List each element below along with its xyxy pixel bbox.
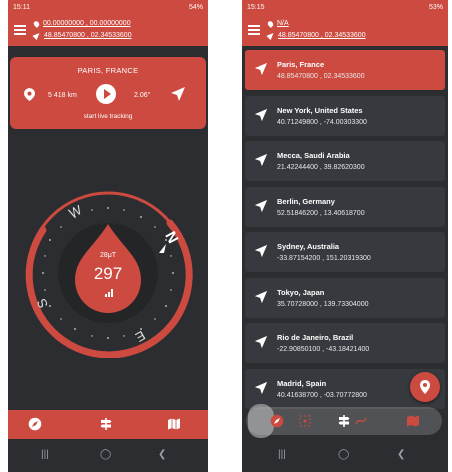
location-coords: 40.71249800 , -74.00303300 bbox=[277, 118, 367, 126]
magnetic-field: 28μT bbox=[99, 252, 117, 259]
signpost-icon[interactable] bbox=[99, 417, 113, 431]
target-distance: 5 418 km bbox=[48, 92, 77, 99]
map-icon[interactable] bbox=[406, 414, 420, 428]
location-coords: 48.85470800 , 02.34533600 bbox=[277, 73, 365, 80]
navigation-icon bbox=[266, 30, 276, 41]
menu-icon[interactable] bbox=[248, 25, 260, 35]
navigation-arrow-icon bbox=[254, 108, 268, 121]
location-name: Madrid, Spain bbox=[277, 378, 327, 388]
location-coords: -33.87154200 , 151.20319300 bbox=[277, 255, 371, 262]
locations-screen: 15:15 53% N/A 48.85470800 , 02.34533600 … bbox=[242, 0, 448, 472]
play-button[interactable] bbox=[96, 84, 116, 104]
current-coords-row: N/A bbox=[266, 19, 289, 28]
home-button[interactable]: ◯ bbox=[100, 449, 111, 460]
back-button[interactable]: ❮ bbox=[397, 449, 405, 460]
compass-screen: 15:11 54% 00.00000000 , 00.00000000 48.8… bbox=[8, 0, 208, 472]
location-name: Berlin, Germany bbox=[277, 196, 335, 206]
location-name: Sydney, Australia bbox=[277, 242, 340, 251]
route-icon[interactable] bbox=[354, 414, 368, 428]
menu-icon[interactable] bbox=[14, 25, 26, 35]
crosshair-icon[interactable] bbox=[298, 414, 312, 428]
location-card[interactable]: Tokyo, Japan 35.70728000 , 139.73304000 bbox=[245, 277, 445, 318]
location-name: Tokyo, Japan bbox=[277, 287, 325, 297]
location-card[interactable]: Paris, France 48.85470800 , 02.34533600 bbox=[245, 50, 445, 90]
compass-icon[interactable] bbox=[28, 417, 42, 431]
start-tracking-link[interactable]: start live tracking bbox=[10, 113, 206, 120]
location-pin-icon bbox=[420, 380, 430, 394]
location-coords: 52.51846200 , 13.40618700 bbox=[277, 209, 365, 217]
location-name: Paris, France bbox=[277, 60, 325, 69]
system-nav-bar: ||| ◯ ❮ bbox=[8, 439, 208, 472]
accuracy-signal-icon bbox=[105, 289, 113, 297]
status-bar: 15:11 54% bbox=[8, 0, 208, 14]
navigation-arrow-icon bbox=[254, 244, 268, 258]
target-coords-row: 48.85470800 , 02.34533600 bbox=[266, 30, 366, 41]
target-coords-row: 48.85470800 , 02.34533600 bbox=[32, 30, 132, 41]
navigation-icon bbox=[32, 30, 42, 41]
compass-icon[interactable] bbox=[270, 414, 284, 428]
target-bearing: 2.06° bbox=[134, 92, 151, 99]
location-coords: 21.42244400 , 39.82620300 bbox=[277, 164, 365, 171]
system-nav-bar: ||| ◯ ❮ bbox=[242, 439, 448, 472]
target-coords[interactable]: 48.85470800 , 02.34533600 bbox=[44, 32, 132, 39]
current-coords[interactable]: 00.00000000 , 00.00000000 bbox=[43, 20, 131, 27]
location-pin-icon bbox=[24, 88, 35, 101]
bottom-navigation bbox=[8, 410, 208, 439]
location-card[interactable]: Mecca, Saudi Arabia 21.42244400 , 39.8262… bbox=[245, 141, 445, 181]
status-battery: 53% bbox=[428, 3, 443, 11]
target-coords[interactable]: 48.85470800 , 02.34533600 bbox=[278, 32, 366, 39]
navigation-arrow-icon bbox=[254, 290, 268, 303]
location-coords: 40.41638700 , -03.70772800 bbox=[277, 391, 367, 399]
current-coords[interactable]: N/A bbox=[277, 20, 289, 27]
compass-dial: N E S W 28μT 297 bbox=[23, 188, 193, 358]
location-name: New York, United States bbox=[277, 105, 363, 115]
status-time: 15:15 bbox=[247, 3, 265, 11]
status-bar: 15:15 53% bbox=[242, 0, 448, 14]
home-button[interactable]: ◯ bbox=[338, 449, 349, 460]
location-coords: 35.70728000 , 139.73304000 bbox=[277, 300, 369, 308]
app-bar: 00.00000000 , 00.00000000 48.85470800 , … bbox=[8, 14, 208, 46]
location-card[interactable]: Sydney, Australia -33.87154200 , 151.2031… bbox=[245, 232, 445, 272]
navigation-arrow-icon bbox=[254, 381, 268, 394]
add-location-button[interactable] bbox=[410, 372, 440, 402]
app-bar: N/A 48.85470800 , 02.34533600 bbox=[242, 14, 448, 46]
location-card[interactable]: Rio de Janeiro, Brazil -22.90850100 , -43… bbox=[245, 323, 445, 363]
target-card: PARIS, FRANCE 5 418 km 2.06° start live … bbox=[10, 57, 206, 129]
map-icon[interactable] bbox=[167, 417, 181, 431]
location-card[interactable]: Berlin, Germany 52.51846200 , 13.40618700 bbox=[245, 186, 445, 227]
recents-button[interactable]: ||| bbox=[41, 449, 49, 460]
location-card[interactable]: New York, United States 40.71249800 , -74… bbox=[245, 95, 445, 136]
pin-icon bbox=[266, 19, 275, 28]
recents-button[interactable]: ||| bbox=[278, 449, 286, 460]
pin-icon bbox=[32, 19, 41, 28]
current-coords-row: 00.00000000 , 00.00000000 bbox=[32, 19, 131, 28]
heading-degrees: 297 bbox=[93, 264, 123, 283]
back-button[interactable]: ❮ bbox=[158, 449, 166, 460]
navigation-arrow-icon bbox=[171, 87, 185, 101]
location-name: Rio de Janeiro, Brazil bbox=[277, 333, 354, 342]
navigation-arrow-icon bbox=[254, 153, 268, 167]
location-coords: -22.90850100 , -43.18421400 bbox=[277, 346, 370, 353]
target-title: PARIS, FRANCE bbox=[77, 66, 139, 75]
status-battery: 54% bbox=[188, 3, 203, 11]
signpost-icon[interactable] bbox=[337, 414, 351, 428]
navigation-arrow-icon bbox=[254, 335, 268, 349]
status-time: 15:11 bbox=[13, 3, 30, 11]
navigation-arrow-icon bbox=[254, 199, 268, 212]
navigation-arrow-icon bbox=[254, 62, 268, 76]
location-name: Mecca, Saudi Arabia bbox=[277, 151, 350, 160]
